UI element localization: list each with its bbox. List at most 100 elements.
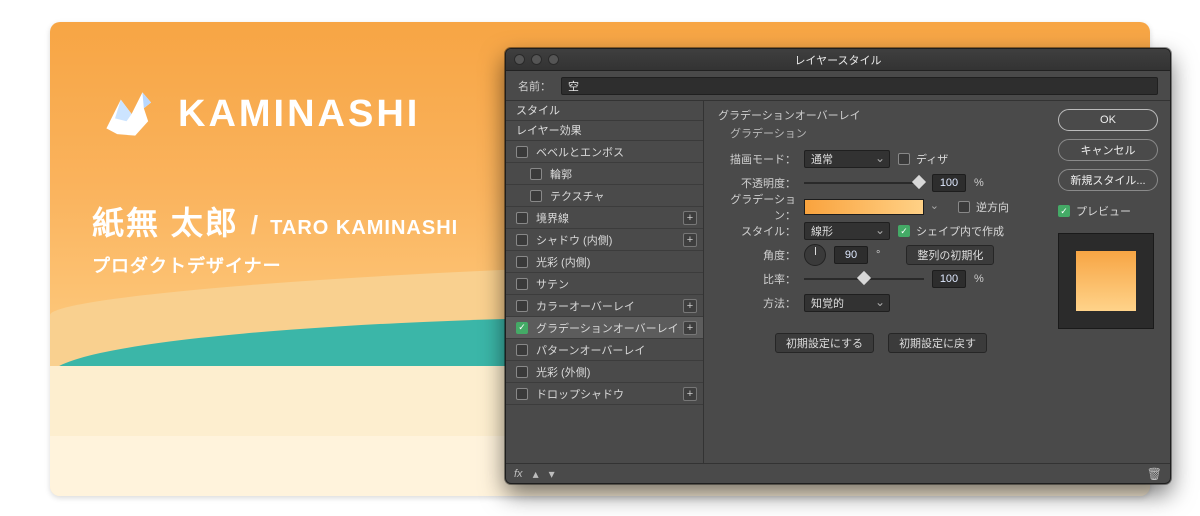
preview-swatch [1058,233,1154,329]
opacity-input[interactable] [932,174,966,192]
name-field-row: 名前： [506,71,1170,101]
close-icon[interactable] [514,54,525,65]
make-default-button[interactable]: 初期設定にする [775,333,874,353]
checkbox-icon[interactable] [516,212,528,224]
checkbox-icon[interactable] [530,168,542,180]
job-title: プロダクトデザイナー [92,252,282,278]
method-label: 方法： [718,295,796,311]
reverse-label: 逆方向 [976,199,1009,215]
scale-slider[interactable] [804,272,924,286]
minimize-icon[interactable] [531,54,542,65]
fx-menu-icon[interactable]: fx [514,468,523,480]
gradient-style-select[interactable]: 線形 [804,222,890,240]
opacity-label: 不透明度： [718,175,796,191]
add-instance-icon[interactable]: + [683,233,697,247]
preview-label: プレビュー [1076,203,1131,219]
person-name: 紙無 太郎 / TARO KAMINASHI [92,198,458,244]
effect-inner-shadow[interactable]: シャドウ (内側) + [506,229,703,251]
effect-pattern-overlay[interactable]: パターンオーバーレイ [506,339,703,361]
panel-subtitle: グラデーション [730,125,1044,141]
effect-label: 輪郭 [550,166,572,182]
checkbox-icon[interactable] [516,146,528,158]
add-instance-icon[interactable]: + [683,211,697,225]
dither-checkbox[interactable] [898,153,910,165]
add-instance-icon[interactable]: + [683,299,697,313]
dialog-footer: fx ▴ ▾ 🗑 [506,463,1170,483]
checkbox-icon[interactable] [516,278,528,290]
panel-title: グラデーションオーバーレイ [718,107,1044,123]
preview-gradient-icon [1076,251,1136,311]
blend-mode-select[interactable]: 通常 [804,150,890,168]
reset-alignment-button[interactable]: 整列の初期化 [906,245,994,265]
effect-label: カラーオーバーレイ [536,298,635,314]
zoom-icon[interactable] [548,54,559,65]
brand-logo: KAMINASHI [92,78,420,150]
gradient-swatch[interactable] [804,199,924,215]
chevron-down-icon[interactable]: ▾ [549,467,555,481]
effect-label: 光彩 (内側) [536,254,590,270]
effect-inner-glow[interactable]: 光彩 (内側) [506,251,703,273]
opacity-slider[interactable] [804,176,924,190]
angle-input[interactable] [834,246,868,264]
checkbox-icon[interactable] [516,234,528,246]
checkbox-icon[interactable] [516,344,528,356]
effect-label: テクスチャ [550,188,605,204]
effect-label: シャドウ (内側) [536,232,612,248]
checkbox-icon[interactable] [516,256,528,268]
add-instance-icon[interactable]: + [683,387,697,401]
effect-stroke[interactable]: 境界線 + [506,207,703,229]
checkbox-icon[interactable] [530,190,542,202]
gradient-overlay-panel: グラデーションオーバーレイ グラデーション 描画モード： 通常 ディザ 不透明度… [704,101,1058,463]
trash-icon[interactable]: 🗑 [1147,467,1162,481]
angle-label: 角度： [718,247,796,263]
effect-label: 光彩 (外側) [536,364,590,380]
dialog-action-column: OK キャンセル 新規スタイル... プレビュー [1058,101,1170,463]
brand-name: KAMINASHI [178,93,420,136]
effect-label: サテン [536,276,569,292]
effect-label: パターンオーバーレイ [536,342,645,358]
effect-color-overlay[interactable]: カラーオーバーレイ + [506,295,703,317]
angle-dial[interactable] [804,244,826,266]
effect-label: ドロップシャドウ [536,386,624,402]
align-checkbox[interactable] [898,225,910,237]
reset-default-button[interactable]: 初期設定に戻す [888,333,987,353]
new-style-button[interactable]: 新規スタイル... [1058,169,1158,191]
effect-drop-shadow[interactable]: ドロップシャドウ + [506,383,703,405]
checkbox-icon[interactable] [516,322,528,334]
reverse-checkbox[interactable] [958,201,970,213]
percent-unit: % [974,177,984,189]
checkbox-icon[interactable] [516,366,528,378]
effect-label: ベベルとエンボス [536,144,624,160]
style-label: スタイル： [718,223,796,239]
chevron-up-icon[interactable]: ▴ [533,467,539,481]
cancel-button[interactable]: キャンセル [1058,139,1158,161]
gradient-label: グラデーション： [718,191,796,223]
name-separator: / [251,210,258,241]
style-section-header[interactable]: スタイル [506,101,703,121]
method-select[interactable]: 知覚的 [804,294,890,312]
scale-input[interactable] [932,270,966,288]
preview-checkbox[interactable] [1058,205,1070,217]
blend-mode-label: 描画モード： [718,151,796,167]
checkbox-icon[interactable] [516,300,528,312]
ok-button[interactable]: OK [1058,109,1158,131]
effects-list: スタイル レイヤー効果 ベベルとエンボス 輪郭 テクスチャ 境界線 [506,101,704,463]
effect-gradient-overlay[interactable]: グラデーションオーバーレイ + [506,317,703,339]
align-label: シェイプ内で作成 [916,223,1004,239]
layer-style-dialog: レイヤースタイル 名前： スタイル レイヤー効果 ベベルとエンボス 輪郭 [505,48,1171,484]
effect-bevel[interactable]: ベベルとエンボス [506,141,703,163]
dialog-titlebar[interactable]: レイヤースタイル [506,49,1170,71]
effect-label: 境界線 [536,210,569,226]
scale-label: 比率： [718,271,796,287]
effect-satin[interactable]: サテン [506,273,703,295]
effect-outer-glow[interactable]: 光彩 (外側) [506,361,703,383]
add-instance-icon[interactable]: + [683,321,697,335]
percent-unit: % [974,273,984,285]
checkbox-icon[interactable] [516,388,528,400]
effect-texture[interactable]: テクスチャ [506,185,703,207]
window-controls[interactable] [514,54,559,65]
name-english: TARO KAMINASHI [270,217,458,240]
layer-name-input[interactable] [561,77,1158,95]
effects-section-header[interactable]: レイヤー効果 [506,121,703,141]
effect-contour[interactable]: 輪郭 [506,163,703,185]
